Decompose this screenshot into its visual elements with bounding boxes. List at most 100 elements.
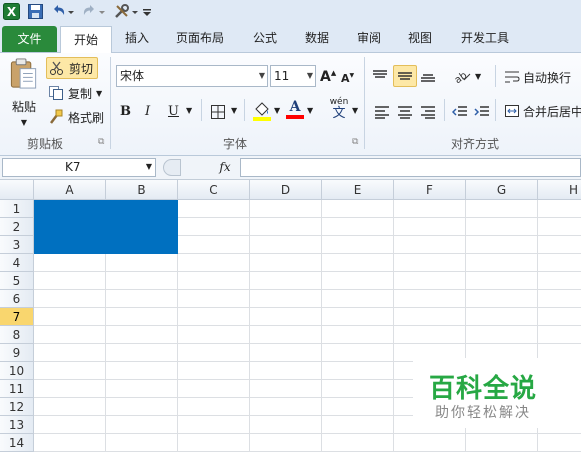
tab-data[interactable]: 数据: [297, 24, 337, 53]
row-header-8[interactable]: 8: [0, 326, 34, 344]
bottom-align-icon: [421, 74, 435, 82]
redo-dropdown-icon[interactable]: [98, 3, 106, 20]
copy-label: 复制: [68, 86, 93, 101]
undo-icon[interactable]: [50, 3, 67, 20]
top-align-button[interactable]: [372, 67, 392, 85]
copy-button[interactable]: 复制 ▼: [48, 83, 108, 103]
tools-icon[interactable]: [113, 3, 130, 20]
orientation-button[interactable]: ab: [452, 67, 474, 85]
column-header-h[interactable]: H: [538, 180, 581, 200]
tab-review[interactable]: 审阅: [349, 24, 389, 53]
font-size-combo[interactable]: 11 ▼: [270, 65, 316, 87]
paste-dropdown-icon[interactable]: ▼: [21, 118, 27, 127]
bottom-align-button[interactable]: [420, 67, 440, 85]
row-header-9[interactable]: 9: [0, 344, 34, 362]
undo-dropdown-icon[interactable]: [67, 3, 75, 20]
fill-color-dropdown-icon[interactable]: ▼: [274, 106, 280, 115]
align-right-button[interactable]: [420, 103, 438, 121]
alignment-group-title: 对齐方式: [450, 137, 499, 151]
tab-formulas[interactable]: 公式: [245, 24, 285, 53]
align-right-icon: [421, 106, 435, 119]
orientation-dropdown-icon[interactable]: ▼: [475, 72, 481, 81]
column-header-a[interactable]: A: [34, 180, 106, 200]
column-header-e[interactable]: E: [322, 180, 394, 200]
italic-button[interactable]: I: [145, 101, 161, 121]
font-name-combo[interactable]: 宋体 ▼: [116, 65, 268, 87]
font-size-dropdown-icon[interactable]: ▼: [307, 66, 313, 86]
tab-developer[interactable]: 开发工具: [452, 24, 518, 53]
row-header-4[interactable]: 4: [0, 254, 34, 272]
column-header-c[interactable]: C: [178, 180, 250, 200]
filled-range-a1-b3[interactable]: [34, 200, 178, 254]
copy-dropdown-icon[interactable]: ▼: [96, 89, 102, 98]
row-header-2[interactable]: 2: [0, 218, 34, 236]
separator: [444, 99, 445, 121]
shrink-font-button[interactable]: A ▼: [341, 69, 357, 87]
decrease-indent-button[interactable]: [452, 103, 470, 121]
grow-font-button[interactable]: A ▲: [320, 67, 338, 87]
underline-button[interactable]: U: [168, 101, 184, 121]
paint-bucket-icon: [253, 102, 271, 121]
column-header-d[interactable]: D: [250, 180, 322, 200]
phonetic-guide-button[interactable]: wén 文: [326, 97, 352, 123]
row-header-12[interactable]: 12: [0, 398, 34, 416]
font-color-button[interactable]: A: [286, 99, 304, 123]
excel-logo-icon[interactable]: X: [3, 3, 20, 20]
name-box-dropdown-icon[interactable]: ▼: [146, 162, 152, 171]
separator: [495, 65, 496, 87]
borders-button[interactable]: [210, 103, 228, 121]
name-box-value: K7: [65, 160, 81, 174]
column-header-b[interactable]: B: [106, 180, 178, 200]
phonetic-bottom: 文: [332, 106, 346, 121]
row-header-6[interactable]: 6: [0, 290, 34, 308]
row-header-11[interactable]: 11: [0, 380, 34, 398]
tab-view[interactable]: 视图: [400, 24, 440, 53]
row-header-7[interactable]: 7: [0, 308, 34, 326]
wrap-text-button[interactable]: 自动换行: [504, 67, 581, 87]
merge-center-button[interactable]: 合并后居中: [504, 101, 581, 121]
align-left-button[interactable]: [374, 103, 392, 121]
font-color-dropdown-icon[interactable]: ▼: [307, 106, 313, 115]
tab-home[interactable]: 开始: [60, 26, 112, 54]
font-dialog-launcher-icon[interactable]: ⧉: [352, 137, 358, 147]
formula-bar-resize-handle[interactable]: [163, 159, 181, 176]
redo-icon[interactable]: [81, 3, 98, 20]
paste-button[interactable]: 粘贴 ▼: [6, 57, 42, 127]
increase-indent-button[interactable]: [474, 103, 492, 121]
insert-function-icon[interactable]: fx: [210, 158, 240, 177]
watermark-title: 百科全说: [429, 374, 538, 404]
fill-color-button[interactable]: [252, 100, 272, 122]
row-header-1[interactable]: 1: [0, 200, 34, 218]
tools-dropdown-icon[interactable]: [131, 3, 139, 20]
select-all-corner[interactable]: [0, 180, 34, 200]
customize-qat-icon[interactable]: [142, 3, 152, 20]
clipboard-dialog-launcher-icon[interactable]: ⧉: [98, 137, 104, 147]
font-name-dropdown-icon[interactable]: ▼: [259, 66, 265, 86]
cut-button[interactable]: 剪切: [46, 57, 98, 79]
row-header-5[interactable]: 5: [0, 272, 34, 290]
column-header-g[interactable]: G: [466, 180, 538, 200]
middle-align-icon: [398, 72, 412, 80]
align-center-button[interactable]: [397, 103, 415, 121]
tab-file[interactable]: 文件: [2, 26, 57, 52]
row-header-14[interactable]: 14: [0, 434, 34, 452]
name-box[interactable]: K7 ▼: [2, 158, 156, 177]
save-icon[interactable]: [27, 3, 44, 20]
phonetic-dropdown-icon[interactable]: ▼: [352, 106, 358, 115]
column-header-f[interactable]: F: [394, 180, 466, 200]
format-painter-label: 格式刷: [68, 110, 105, 125]
shrink-font-icon: A: [341, 71, 350, 85]
tab-page-layout[interactable]: 页面布局: [168, 24, 232, 53]
top-align-icon: [373, 70, 387, 78]
row-header-10[interactable]: 10: [0, 362, 34, 380]
middle-align-button[interactable]: [393, 65, 417, 87]
bold-button[interactable]: B: [120, 101, 136, 121]
row-header-3[interactable]: 3: [0, 236, 34, 254]
borders-dropdown-icon[interactable]: ▼: [231, 106, 237, 115]
format-painter-button[interactable]: 格式刷: [48, 107, 108, 127]
tab-insert[interactable]: 插入: [117, 24, 157, 53]
row-header-13[interactable]: 13: [0, 416, 34, 434]
increase-indent-icon: [474, 106, 489, 116]
formula-input[interactable]: [240, 158, 581, 177]
underline-dropdown-icon[interactable]: ▼: [186, 106, 192, 115]
